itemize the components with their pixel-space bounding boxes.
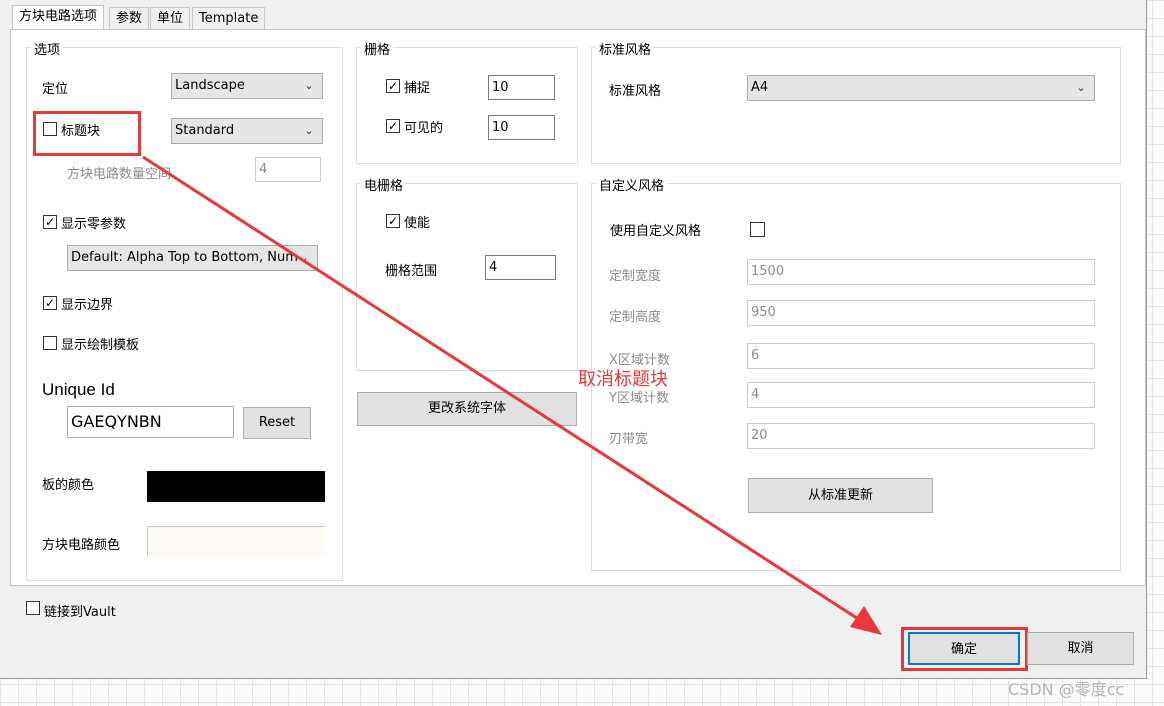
arrow-head (850, 606, 882, 635)
annotation-label: 取消标题块 (578, 369, 668, 390)
watermark: CSDN @零度cc (1008, 680, 1125, 699)
annotation-arrow (142, 155, 882, 635)
arrow-line (142, 155, 867, 626)
